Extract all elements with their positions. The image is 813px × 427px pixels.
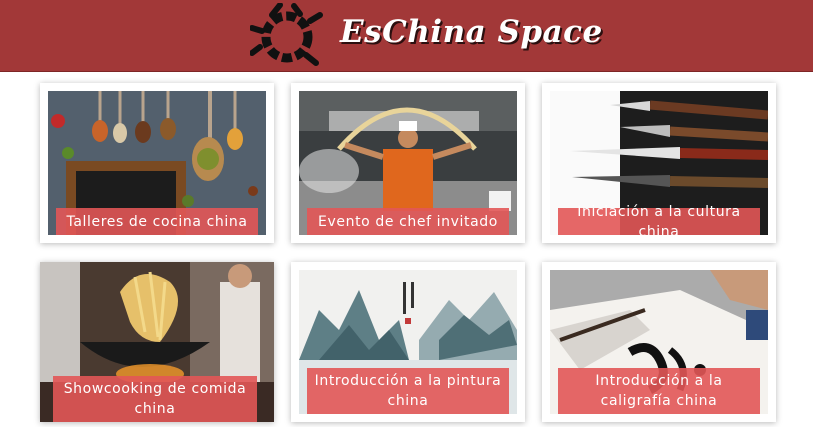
card-evento-chef[interactable]: Evento de chef invitado (291, 83, 525, 243)
card-caption: Showcooking de comida china (53, 376, 257, 422)
card-caption: Introducción a la pintura china (307, 368, 509, 414)
card-caption: Iniciación a la cultura china (558, 204, 760, 240)
card-caligrafia[interactable]: Introducción a la caligrafía china (542, 262, 776, 422)
ensō-logo-icon[interactable] (249, 2, 326, 69)
card-iniciacion-cultura[interactable]: Iniciación a la cultura china (542, 83, 776, 243)
card-caption: Talleres de cocina china (56, 208, 258, 235)
card-pintura[interactable]: Introducción a la pintura china (291, 262, 525, 422)
site-header: EsChina Space (0, 0, 813, 72)
card-showcooking[interactable]: Showcooking de comida china (40, 262, 274, 422)
card-caption: Introducción a la caligrafía china (558, 368, 760, 414)
card-caption: Evento de chef invitado (307, 208, 509, 235)
card-talleres-cocina[interactable]: Talleres de cocina china (40, 83, 274, 243)
site-title[interactable]: EsChina Space (340, 14, 603, 50)
